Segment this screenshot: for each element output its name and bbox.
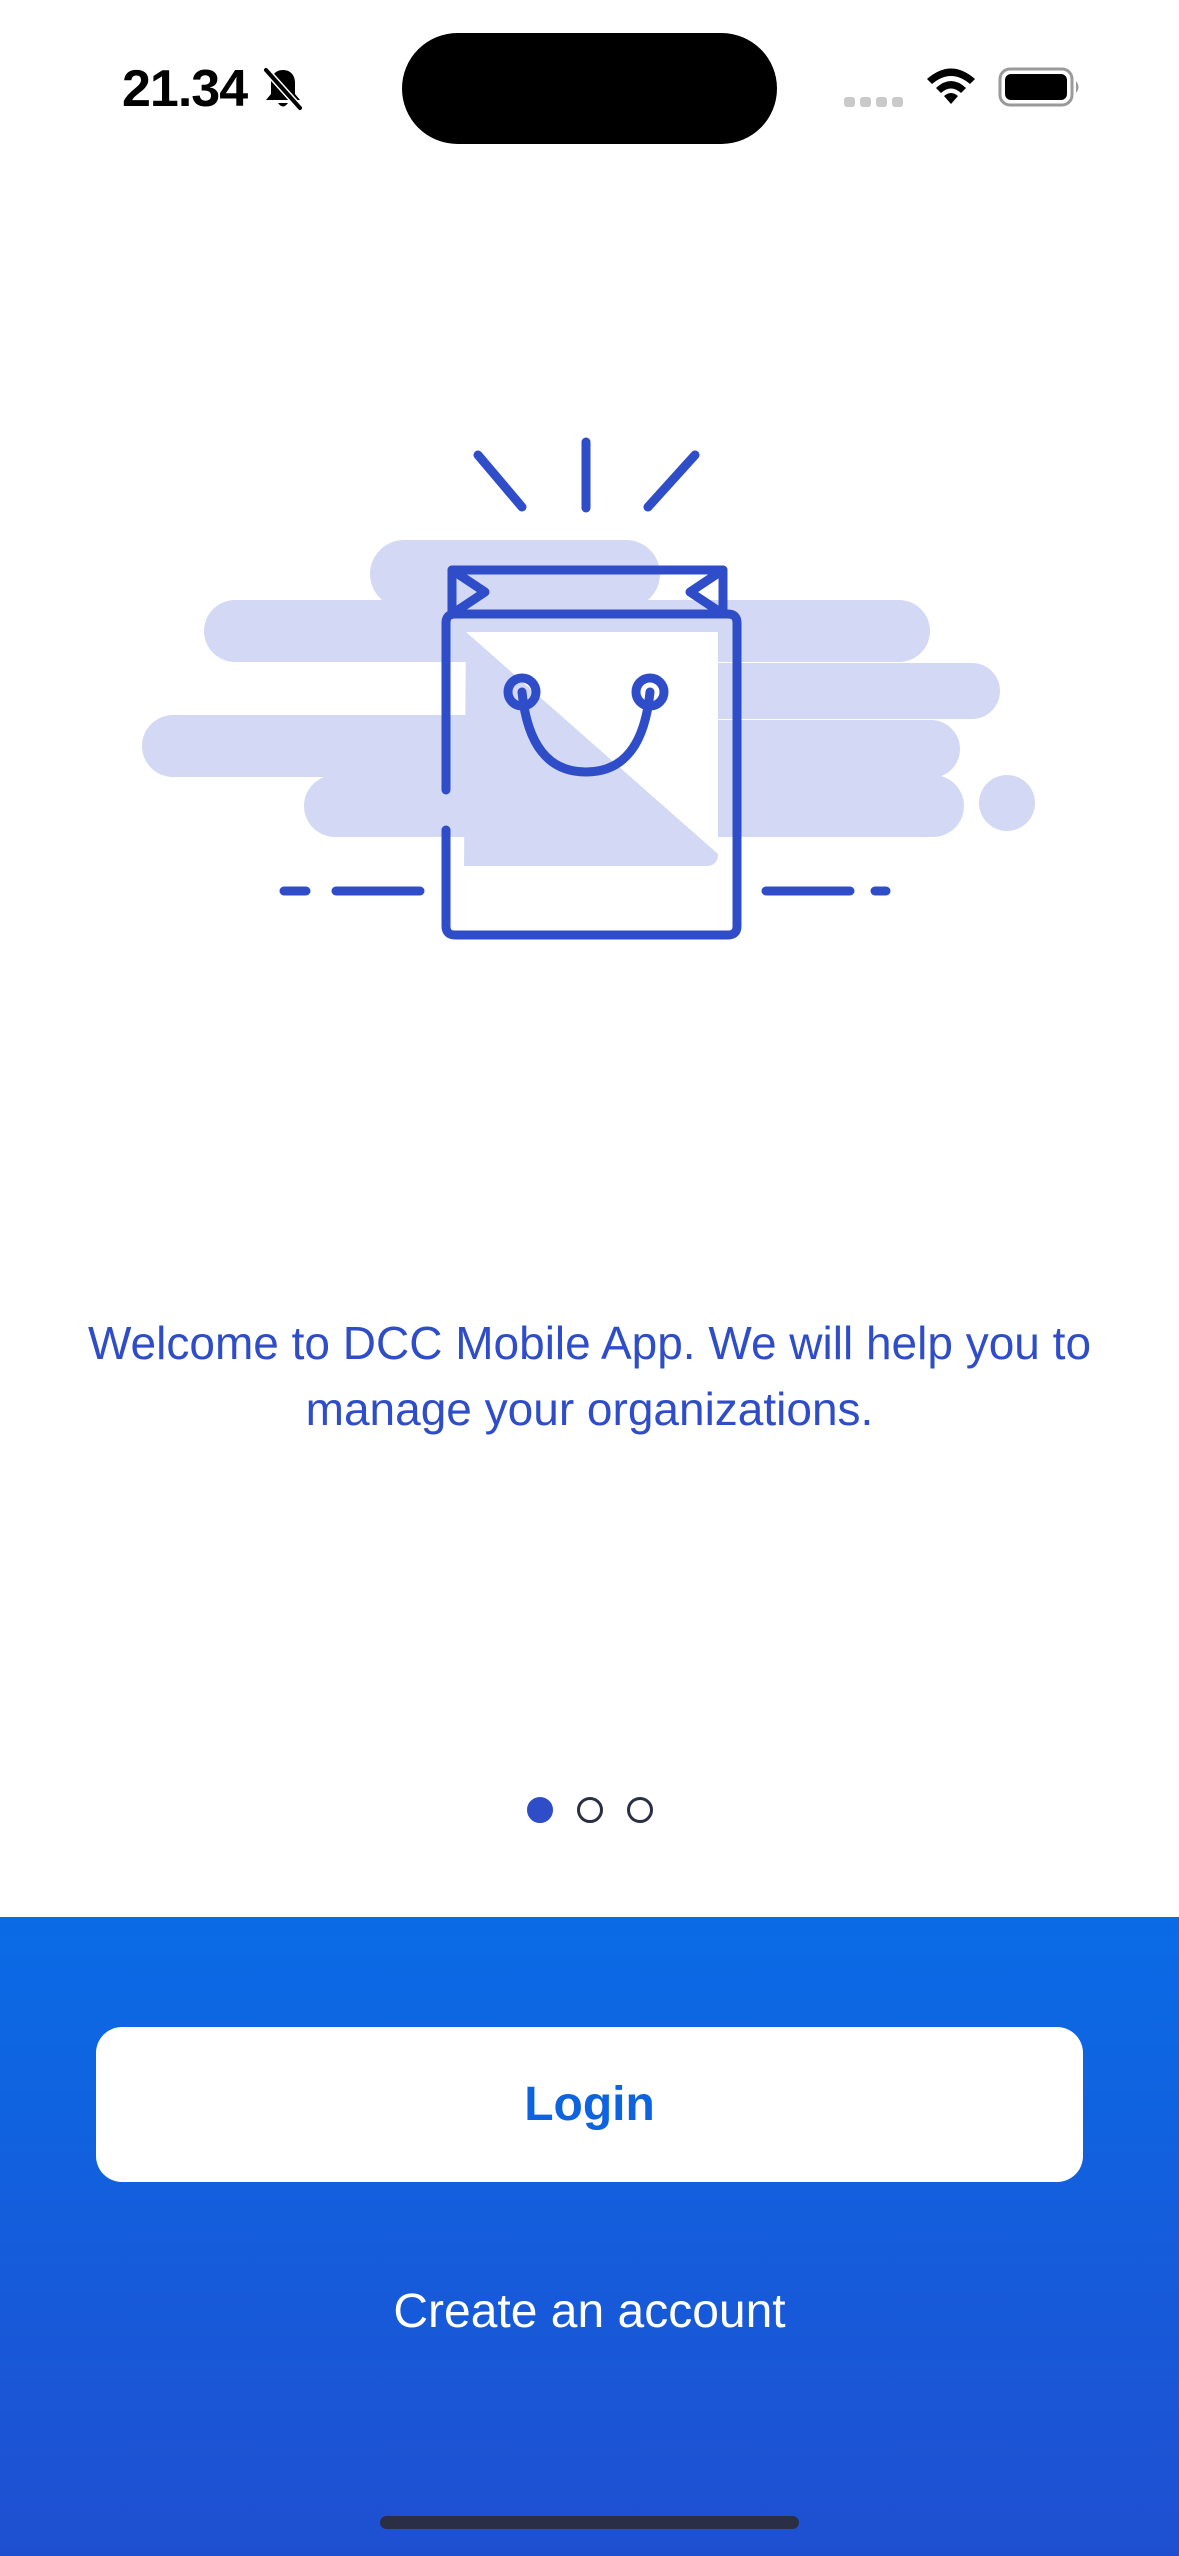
shopping-bag-icon bbox=[142, 437, 1035, 940]
status-time: 21.34 bbox=[122, 60, 248, 118]
bell-slash-icon bbox=[263, 67, 303, 111]
wifi-icon bbox=[927, 68, 975, 104]
action-panel: Login Create an account bbox=[0, 1917, 1179, 2556]
create-account-link[interactable]: Create an account bbox=[0, 2277, 1179, 2347]
page-dot[interactable] bbox=[626, 1797, 653, 1823]
battery-full-icon bbox=[998, 67, 1079, 107]
login-button[interactable]: Login bbox=[96, 2027, 1083, 2182]
home-indicator[interactable] bbox=[380, 2516, 799, 2529]
page-indicator[interactable] bbox=[0, 1797, 1179, 1833]
dynamic-island bbox=[402, 33, 777, 144]
cellular-signal-icon bbox=[844, 97, 903, 107]
status-bar: 21.34 bbox=[0, 0, 1179, 175]
page-dot[interactable] bbox=[576, 1797, 603, 1823]
page-dot-active[interactable] bbox=[526, 1797, 553, 1823]
welcome-text: Welcome to DCC Mobile App. We will help … bbox=[87, 1317, 1092, 1435]
